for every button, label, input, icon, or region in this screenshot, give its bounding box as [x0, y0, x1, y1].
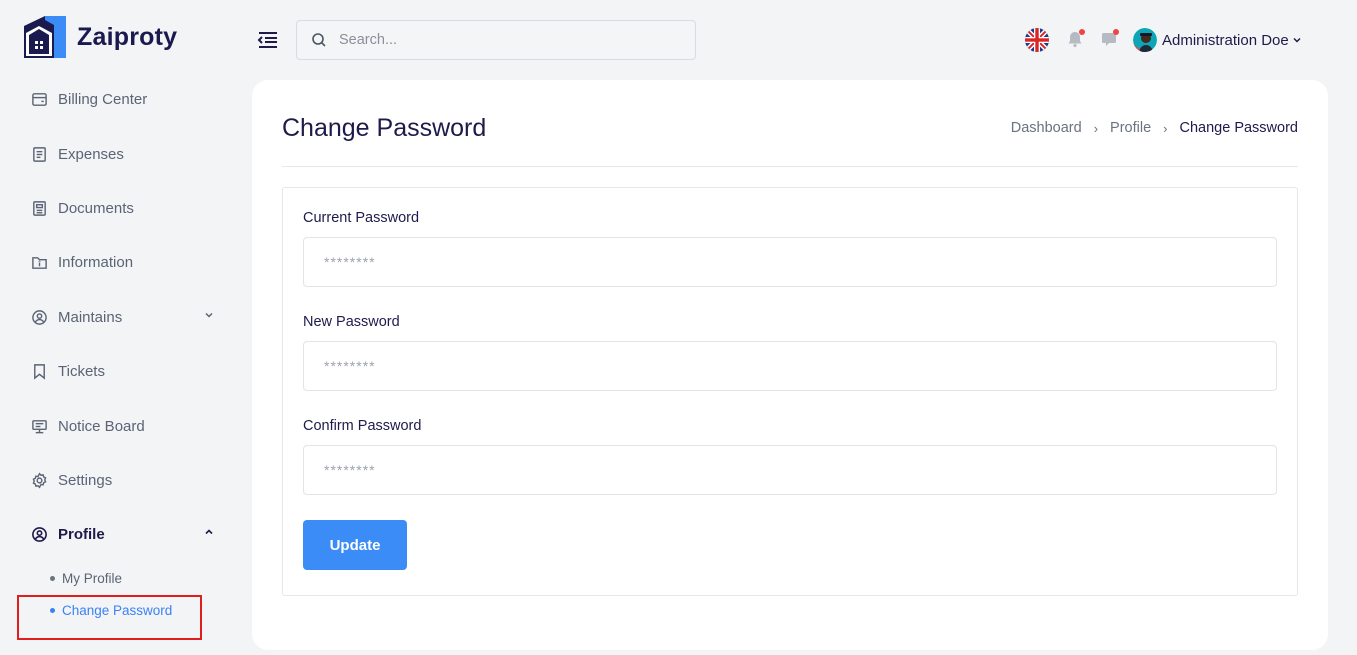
menu-toggle-icon[interactable]	[257, 29, 279, 51]
sidebar-item-label: Profile	[58, 525, 105, 543]
sidebar-item-billing-center[interactable]: Billing Center	[30, 87, 220, 111]
user-name: Administration Doe	[1162, 31, 1289, 49]
new-password-label: New Password	[303, 314, 400, 330]
sidebar-item-information[interactable]: Information	[30, 250, 220, 274]
sidebar-item-label: Billing Center	[58, 90, 148, 108]
message-badge	[1113, 29, 1119, 35]
breadcrumb: Dashboard › Profile › Change Password	[1011, 120, 1298, 136]
sidebar: Zaiproty Billing Center Expenses Documen…	[0, 0, 240, 655]
sidebar-item-label: Information	[58, 253, 134, 271]
board-icon	[30, 417, 48, 435]
user-menu[interactable]: Administration Doe	[1133, 28, 1302, 52]
sidebar-item-profile[interactable]: Profile	[30, 522, 220, 546]
info-folder-icon	[30, 253, 48, 271]
breadcrumb-profile[interactable]: Profile	[1110, 120, 1151, 136]
bookmark-icon	[30, 362, 48, 380]
brand[interactable]: Zaiproty	[24, 16, 177, 58]
sidebar-item-label: Tickets	[58, 362, 105, 380]
sidebar-subitem-label: My Profile	[62, 570, 123, 586]
current-password-field[interactable]	[303, 237, 1277, 287]
gear-icon	[30, 471, 48, 489]
uk-flag-icon[interactable]	[1025, 28, 1049, 52]
current-password-label: Current Password	[303, 210, 420, 226]
confirm-password-label: Confirm Password	[303, 418, 422, 434]
avatar	[1133, 28, 1157, 52]
divider	[282, 166, 1298, 167]
chevron-down-icon	[1293, 37, 1301, 43]
brand-name: Zaiproty	[77, 22, 178, 51]
sidebar-item-settings[interactable]: Settings	[30, 468, 220, 492]
sidebar-item-label: Maintains	[58, 308, 123, 326]
sidebar-item-label: Expenses	[58, 145, 124, 163]
search-icon	[312, 33, 326, 47]
sidebar-item-documents[interactable]: Documents	[30, 196, 220, 220]
sidebar-item-label: Documents	[58, 199, 134, 217]
document-icon	[30, 199, 48, 217]
receipt-icon	[30, 145, 48, 163]
sidebar-item-tickets[interactable]: Tickets	[30, 359, 220, 383]
house-logo-icon	[24, 16, 66, 58]
billing-icon	[30, 90, 48, 108]
notification-badge	[1079, 29, 1085, 35]
chevron-right-icon: ›	[1163, 120, 1168, 136]
bullet-dot	[50, 575, 55, 581]
user-circle-icon	[30, 308, 48, 326]
sidebar-item-label: Notice Board	[58, 417, 145, 435]
user-circle-icon	[30, 525, 48, 543]
change-password-form: Current Password New Password Confirm Pa…	[282, 187, 1298, 596]
update-button[interactable]: Update	[303, 520, 407, 570]
sidebar-item-notice-board[interactable]: Notice Board	[30, 414, 220, 438]
search-input[interactable]	[339, 32, 669, 48]
bell-icon[interactable]	[1064, 28, 1086, 50]
chevron-down-icon[interactable]	[202, 308, 216, 322]
highlight-box	[17, 595, 202, 640]
breadcrumb-dashboard[interactable]: Dashboard	[1011, 120, 1082, 136]
sidebar-item-expenses[interactable]: Expenses	[30, 142, 220, 166]
message-icon[interactable]	[1098, 28, 1120, 50]
confirm-password-field[interactable]	[303, 445, 1277, 495]
search-bar[interactable]	[296, 20, 696, 60]
sidebar-item-maintains[interactable]: Maintains	[30, 305, 220, 329]
chevron-right-icon: ›	[1093, 120, 1099, 136]
main-card: Change Password Dashboard › Profile › Ch…	[252, 80, 1328, 650]
sidebar-subitem-my-profile[interactable]: My Profile	[50, 568, 122, 588]
page-title: Change Password	[282, 114, 487, 142]
breadcrumb-current: Change Password	[1179, 120, 1299, 136]
new-password-field[interactable]	[303, 341, 1277, 391]
sidebar-item-label: Settings	[58, 471, 113, 489]
chevron-up-icon[interactable]	[202, 525, 216, 539]
